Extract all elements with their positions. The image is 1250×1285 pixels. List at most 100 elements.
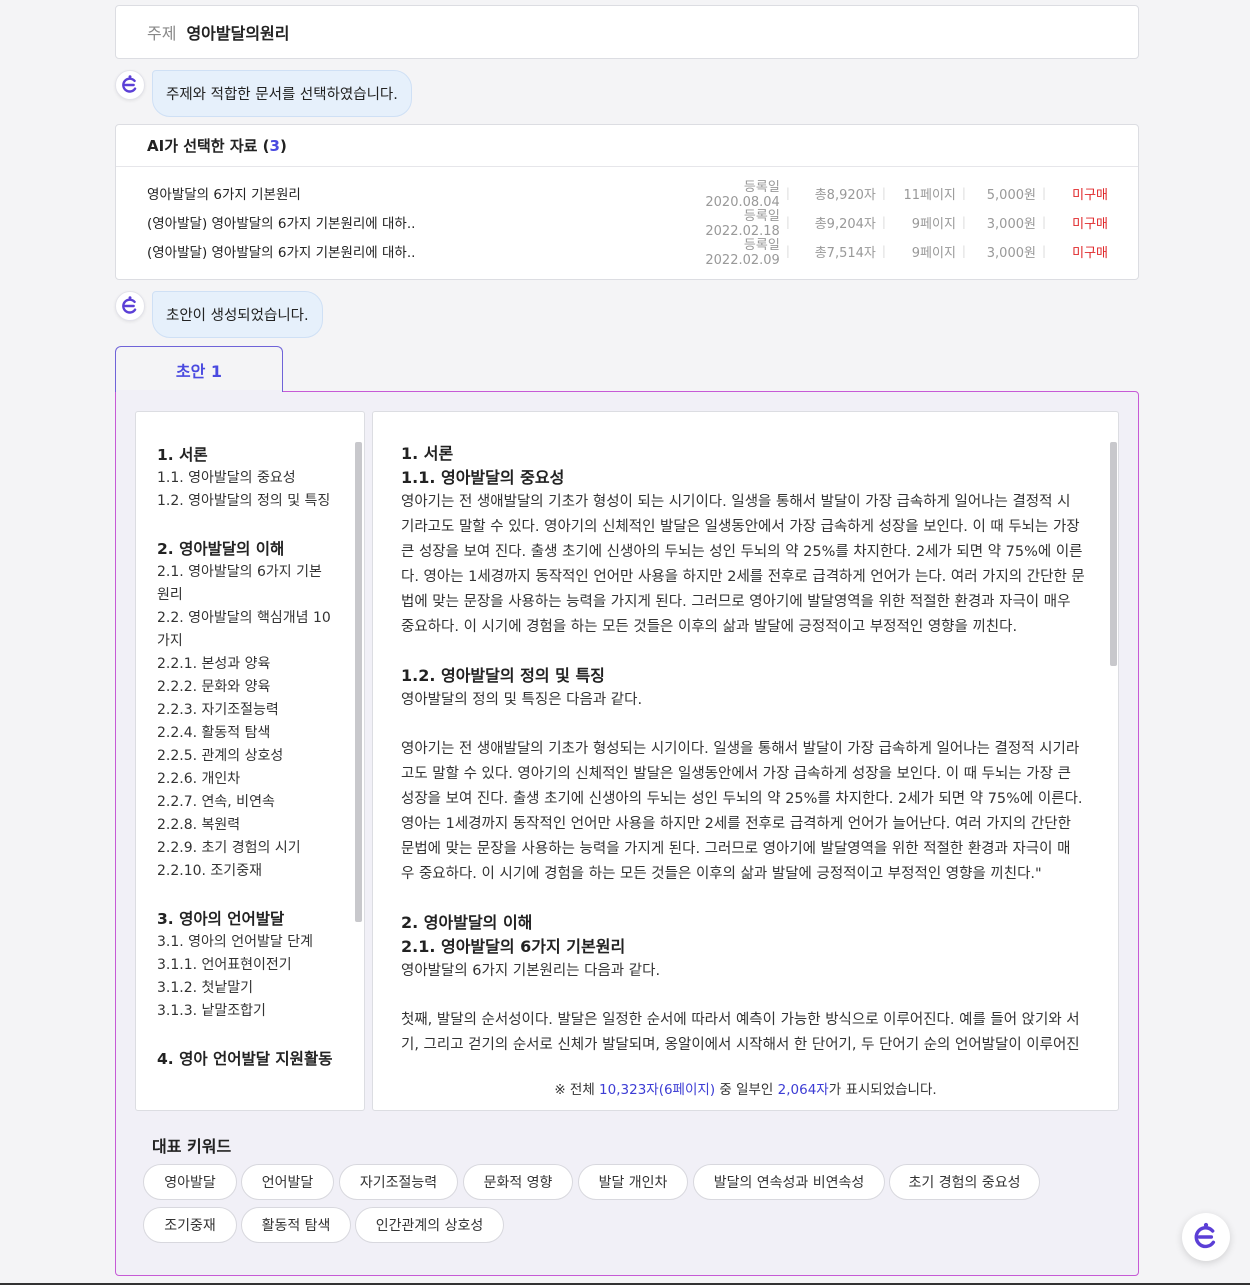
doc-pages: 11페이지	[903, 187, 956, 203]
note-text: 가 표시되었습니다.	[828, 1082, 937, 1098]
doc-status: 미구매	[1072, 187, 1108, 203]
note-shown: 2,064자	[777, 1082, 829, 1098]
bot-chat-button[interactable]	[1182, 1213, 1230, 1261]
keyword-chip[interactable]: 조기중재	[143, 1207, 237, 1243]
doc-row[interactable]: 영아발달의 6가지 기본원리 등록일 2020.08.04 | 총8,920자 | …	[147, 180, 1108, 210]
toc-spacer	[157, 883, 342, 908]
bot-e-icon	[115, 291, 145, 321]
divider: |	[881, 186, 886, 200]
keyword-chip[interactable]: 영아발달	[143, 1164, 237, 1200]
doc-row[interactable]: (영아발달) 영아발달의 6가지 기본원리에 대하.. 등록일 2022.02.…	[147, 209, 1108, 239]
divider: |	[961, 186, 966, 200]
doc-pages: 9페이지	[911, 245, 956, 261]
doc-title[interactable]: (영아발달) 영아발달의 6가지 기본원리에 대하..	[147, 241, 670, 261]
toc-item[interactable]: 3.1.2. 첫낱말기	[157, 977, 342, 1000]
content-heading: 1.1. 영아발달의 중요성	[401, 468, 565, 487]
toc-item[interactable]: 3.1.3. 낱말조합기	[157, 1000, 342, 1023]
doc-title[interactable]: 영아발달의 6가지 기본원리	[147, 183, 670, 203]
content-scrollbar[interactable]	[1110, 442, 1117, 666]
doc-price: 3,000원	[986, 216, 1036, 232]
keyword-chip[interactable]: 활동적 탐색	[241, 1207, 351, 1243]
toc-item[interactable]: 2.2.2. 문화와 양육	[157, 676, 342, 699]
doc-date: 등록일 2022.02.09	[705, 238, 780, 268]
toc-item[interactable]: 2.2. 영아발달의 핵심개념 10	[157, 607, 342, 630]
toc-item[interactable]: 1.1. 영아발달의 중요성	[157, 467, 342, 490]
content-paragraph-line: 영아는 1세경까지 동작적인 언어만 사용을 하지만 2세를 전후로 급격하게 …	[401, 816, 1071, 832]
toc-item[interactable]: 2.2.4. 활동적 탐색	[157, 722, 342, 745]
doc-row[interactable]: (영아발달) 영아발달의 6가지 기본원리에 대하.. 등록일 2022.02.…	[147, 238, 1108, 268]
content-paragraph-line: 영아기는 전 생애발달의 기초가 형성이 되는 시기이다. 일생을 통해서 발달…	[401, 494, 1071, 510]
content-length-note: ※ 전체 10,323자(6페이지) 중 일부인 2,064자가 표시되었습니다…	[373, 1078, 1118, 1098]
toc-item[interactable]: 2.2.6. 개인차	[157, 768, 342, 791]
toc-item[interactable]: 3.1.1. 언어표현이전기	[157, 954, 342, 977]
toc-section-heading[interactable]: 4. 영아 언어발달 지원활동	[157, 1048, 342, 1071]
keyword-chip[interactable]: 인간관계의 상호성	[355, 1207, 504, 1243]
content-paragraph-line: 기, 그리고 걷기의 순서로 신체가 발달되며, 옹알이에서 시작해서 한 단어…	[401, 1037, 1080, 1053]
toc-item[interactable]: 2.2.3. 자기조절능력	[157, 699, 342, 722]
content-paragraph-line: 큰 성장을 보여 진다. 출생 초기에 신생아의 두뇌는 성인 두뇌의 약 25…	[401, 544, 1083, 560]
docs-heading-text: AI가 선택한 자료 (	[147, 137, 270, 155]
toc-spacer	[157, 513, 342, 538]
toc-item[interactable]: 1.2. 영아발달의 정의 및 특징	[157, 490, 342, 513]
content-paragraph-line: 고도 말할 수 있다. 영아기의 신체적인 발달은 일생동안에서 가장 급속하게…	[401, 766, 1071, 782]
keyword-chip[interactable]: 언어발달	[241, 1164, 334, 1200]
docs-count: 3	[269, 136, 280, 155]
divider: |	[785, 244, 790, 258]
doc-status: 미구매	[1072, 216, 1108, 232]
divider: |	[881, 244, 886, 258]
toc-list: 1. 서론 1.1. 영아발달의 중요성 1.2. 영아발달의 정의 및 특징 2. …	[157, 444, 342, 1071]
doc-status: 미구매	[1072, 245, 1108, 261]
keyword-chip[interactable]: 발달 개인차	[578, 1164, 688, 1200]
doc-pages: 9페이지	[911, 216, 956, 232]
topic-box: 주제 영아발달의원리	[115, 5, 1139, 59]
divider: |	[1041, 215, 1046, 229]
note-total: 10,323자(6페이지)	[599, 1082, 716, 1098]
toc-item[interactable]: 2.1. 영아발달의 6가지 기본	[157, 561, 342, 584]
toc-scrollbar[interactable]	[355, 442, 362, 922]
table-of-contents: 1. 서론 1.1. 영아발달의 중요성 1.2. 영아발달의 정의 및 특징 2. …	[135, 411, 365, 1111]
content-paragraph-line: 영아발달의 정의 및 특징은 다음과 같다.	[401, 692, 643, 708]
docs-heading-suffix: )	[279, 136, 287, 155]
toc-item[interactable]: 2.2.5. 관계의 상호성	[157, 745, 342, 768]
bot-message-row: 초안이 생성되었습니다.	[115, 291, 323, 338]
divider: |	[881, 215, 886, 229]
content-paragraph-line: 문법에 맞는 문장을 사용하는 능력을 가지게 된다. 그러므로 영아기에 발달…	[401, 841, 1071, 857]
draft-text: 1. 서론 1.1. 영아발달의 중요성 영아기는 전 생애발달의 기초가 형성이 …	[401, 442, 1096, 1059]
toc-item[interactable]: 2.2.7. 연속, 비연속	[157, 791, 342, 814]
keyword-chip[interactable]: 발달의 연속성과 비연속성	[693, 1164, 885, 1200]
bot-message-row: 주제와 적합한 문서를 선택하였습니다.	[115, 70, 412, 117]
tab-draft-1[interactable]: 초안 1	[115, 346, 283, 392]
toc-item[interactable]: 3.1. 영아의 언어발달 단계	[157, 931, 342, 954]
keyword-chip[interactable]: 초기 경험의 중요성	[889, 1164, 1040, 1200]
toc-section-heading[interactable]: 1. 서론	[157, 444, 342, 467]
divider: |	[961, 244, 966, 258]
content-paragraph-line: 우 중요하다. 이 시기에 경험을 하는 모든 것들은 이후의 삶과 발달에 긍…	[401, 866, 1042, 882]
keyword-chip[interactable]: 자기조절능력	[339, 1164, 458, 1200]
toc-item[interactable]: 2.2.9. 초기 경험의 시기	[157, 837, 342, 860]
draft-content: 1. 서론 1.1. 영아발달의 중요성 영아기는 전 생애발달의 기초가 형성이 …	[372, 411, 1119, 1111]
content-heading: 2.1. 영아발달의 6가지 기본원리	[401, 937, 626, 956]
toc-item[interactable]: 가지	[157, 630, 342, 653]
divider: |	[785, 186, 790, 200]
toc-item[interactable]: 2.2.10. 조기중재	[157, 860, 342, 883]
content-paragraph-line: 영아기는 전 생애발달의 기초가 형성되는 시기이다. 일생을 통해서 발달이 …	[401, 741, 1080, 757]
toc-item[interactable]: 2.2.1. 본성과 양육	[157, 653, 342, 676]
doc-title[interactable]: (영아발달) 영아발달의 6가지 기본원리에 대하..	[147, 212, 670, 232]
toc-section-heading[interactable]: 2. 영아발달의 이해	[157, 538, 342, 561]
content-paragraph-line: 기라고도 말할 수 있다. 영아기의 신체적인 발달은 일생동안에서 가장 급속…	[401, 519, 1080, 535]
note-text: ※ 전체	[554, 1082, 600, 1098]
doc-chars: 총8,920자	[814, 187, 876, 203]
keywords-title: 대표 키워드	[152, 1137, 232, 1156]
toc-item[interactable]: 2.2.8. 복원력	[157, 814, 342, 837]
toc-item[interactable]: 원리	[157, 584, 342, 607]
doc-price: 5,000원	[986, 187, 1036, 203]
divider: |	[1041, 186, 1046, 200]
divider: |	[961, 215, 966, 229]
content-heading: 1.2. 영아발달의 정의 및 특징	[401, 666, 605, 685]
toc-section-heading[interactable]: 3. 영아의 언어발달	[157, 908, 342, 931]
note-text: 중 일부인	[715, 1082, 778, 1098]
doc-chars: 총7,514자	[814, 245, 876, 261]
keyword-chip[interactable]: 문화적 영향	[463, 1164, 573, 1200]
